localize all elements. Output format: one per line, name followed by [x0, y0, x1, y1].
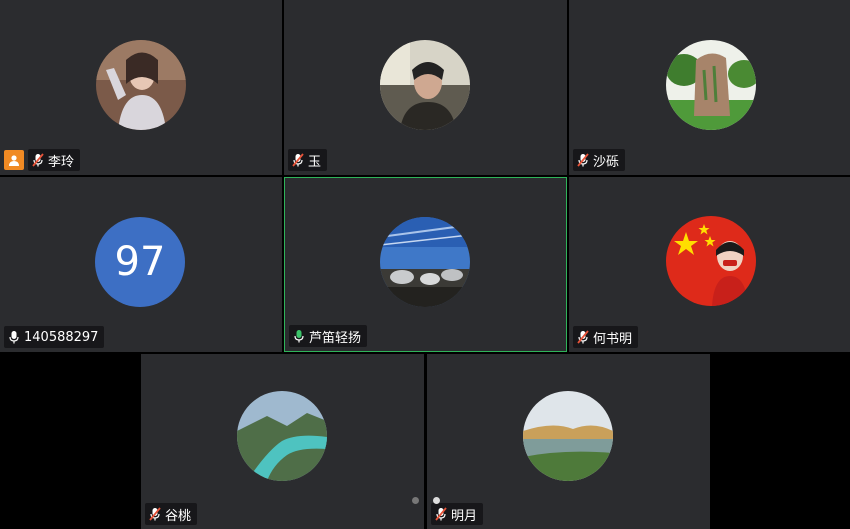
- avatar: [237, 391, 327, 481]
- participant-label: 玉: [288, 149, 328, 171]
- participant-name: 玉: [308, 154, 322, 170]
- participant-label: 谷桃: [145, 503, 198, 525]
- mic-muted-icon: [577, 330, 589, 344]
- participant-label: 沙砾: [573, 149, 626, 171]
- initials-avatar: 97: [95, 217, 185, 307]
- mic-muted-icon: [435, 507, 447, 521]
- video-tile-shali[interactable]: 沙砾: [569, 0, 850, 175]
- video-tile-mingyue[interactable]: 明月: [427, 354, 710, 529]
- video-tile-ludiqingyang[interactable]: 芦笛轻扬: [284, 177, 567, 352]
- participant-label: 何书明: [573, 326, 639, 348]
- video-tile-140588297[interactable]: 97 140588297: [0, 177, 282, 352]
- video-tile-liling[interactable]: 李玲: [0, 0, 282, 175]
- page-dot-current[interactable]: [433, 497, 440, 504]
- mic-muted-icon: [292, 153, 304, 167]
- participant-name: 140588297: [24, 329, 99, 345]
- page-indicator[interactable]: [412, 497, 440, 504]
- participant-label: 李玲: [4, 149, 81, 171]
- participant-label: 140588297: [4, 326, 105, 348]
- video-tile-gutao[interactable]: 谷桃: [141, 354, 424, 529]
- participant-name: 芦笛轻扬: [309, 330, 362, 346]
- participant-name: 李玲: [48, 154, 75, 170]
- mic-icon: [294, 330, 304, 343]
- video-tile-yu[interactable]: 玉: [284, 0, 567, 175]
- mic-icon: [9, 331, 19, 344]
- page-dot[interactable]: [412, 497, 419, 504]
- mic-muted-icon: [149, 507, 161, 521]
- mic-muted-icon: [32, 153, 44, 167]
- participant-label: 芦笛轻扬: [289, 325, 368, 347]
- video-tile-heshuming[interactable]: 何书明: [569, 177, 850, 352]
- avatar: [666, 216, 756, 306]
- avatar: [523, 391, 613, 481]
- participant-name: 明月: [451, 508, 478, 524]
- participant-name: 沙砾: [593, 154, 620, 170]
- avatar: [380, 40, 470, 130]
- participant-name: 何书明: [593, 331, 633, 347]
- participant-name: 谷桃: [165, 508, 192, 524]
- avatar: [380, 217, 470, 307]
- participant-label: 明月: [431, 503, 484, 525]
- avatar: [666, 40, 756, 130]
- host-person-icon: [4, 150, 24, 170]
- avatar: [96, 40, 186, 130]
- mic-muted-icon: [577, 153, 589, 167]
